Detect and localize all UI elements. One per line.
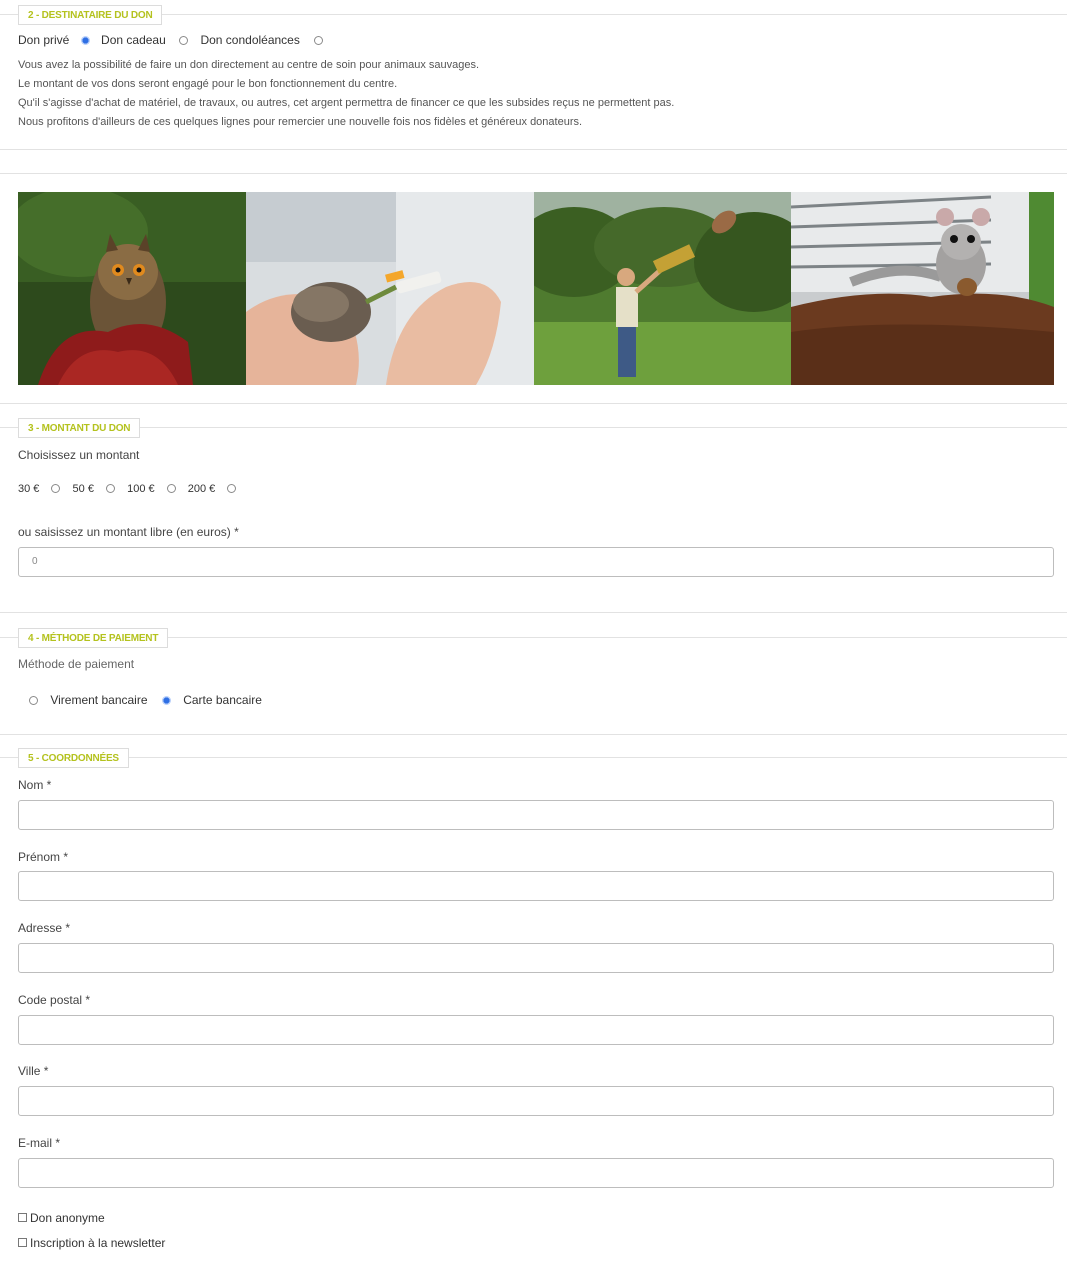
radio-carte-bancaire[interactable] <box>161 696 171 705</box>
hedgehog-photo <box>246 192 534 385</box>
newsletter-checkbox[interactable] <box>18 1238 27 1247</box>
radio-option-don-condoleances[interactable]: Don condoléances <box>200 33 324 47</box>
code-postal-input[interactable] <box>18 1015 1054 1045</box>
email-input[interactable] <box>18 1158 1054 1188</box>
radio-virement-bancaire[interactable] <box>29 696 38 705</box>
radio-option-don-cadeau[interactable]: Don cadeau <box>101 33 189 47</box>
radio-label: Carte bancaire <box>183 693 262 707</box>
nom-label: Nom * <box>18 778 52 792</box>
radio-option-100[interactable]: 100 € <box>127 483 176 495</box>
radio-label: 50 € <box>72 483 94 495</box>
radio-label: Don cadeau <box>101 33 166 47</box>
bird-release-photo <box>534 192 791 385</box>
amount-radio-group: 30 € 50 € 100 € 200 € <box>18 483 237 495</box>
checkbox-label: Inscription à la newsletter <box>30 1236 166 1250</box>
description-line: Nous profitons d'ailleurs de ces quelque… <box>18 116 583 128</box>
radio-amount-200[interactable] <box>227 484 237 493</box>
section-4-legend: 4 - MÉTHODE DE PAIEMENT <box>18 628 169 648</box>
radio-label: Don privé <box>18 33 70 47</box>
radio-option-virement[interactable]: Virement bancaire <box>29 693 148 707</box>
radio-don-condoleances[interactable] <box>314 36 324 45</box>
radio-option-carte[interactable]: Carte bancaire <box>161 693 262 707</box>
radio-amount-50[interactable] <box>106 484 116 493</box>
newsletter-option[interactable]: Inscription à la newsletter <box>18 1236 165 1250</box>
section-2-legend: 2 - DESTINATAIRE DU DON <box>18 5 163 25</box>
radio-label: 100 € <box>127 483 155 495</box>
radio-option-30[interactable]: 30 € <box>18 483 61 495</box>
section-divider <box>0 149 1067 150</box>
ville-input[interactable] <box>18 1086 1054 1116</box>
prenom-input[interactable] <box>18 871 1054 901</box>
radio-amount-30[interactable] <box>51 484 61 493</box>
section-5-legend: 5 - COORDONNÉES <box>18 748 129 768</box>
prenom-label: Prénom * <box>18 850 69 864</box>
description-line: Vous avez la possibilité de faire un don… <box>18 59 480 71</box>
free-amount-input[interactable]: 0 <box>18 547 1054 577</box>
section-divider <box>0 734 1067 735</box>
radio-option-50[interactable]: 50 € <box>72 483 116 495</box>
radio-don-cadeau[interactable] <box>179 36 189 45</box>
don-anonyme-option[interactable]: Don anonyme <box>18 1211 105 1225</box>
radio-label: Don condoléances <box>200 33 300 47</box>
checkbox-label: Don anonyme <box>30 1211 105 1225</box>
adresse-input[interactable] <box>18 943 1054 973</box>
payment-radio-group: Virement bancaire Carte bancaire <box>29 693 262 707</box>
payment-method-label: Méthode de paiement <box>18 657 135 671</box>
description-line: Le montant de vos dons seront engagé pou… <box>18 78 398 90</box>
section-divider <box>0 427 1067 428</box>
owl-photo <box>18 192 246 385</box>
radio-label: Virement bancaire <box>50 693 148 707</box>
nom-input[interactable] <box>18 800 1054 830</box>
free-amount-label: ou saisissez un montant libre (en euros)… <box>18 525 239 539</box>
section-divider <box>0 757 1067 758</box>
code-postal-label: Code postal * <box>18 993 91 1007</box>
radio-option-don-prive[interactable]: Don privé <box>18 33 90 47</box>
radio-label: 200 € <box>187 483 216 495</box>
dormouse-photo <box>791 192 1054 385</box>
radio-label: 30 € <box>18 483 40 495</box>
choose-amount-label: Choisissez un montant <box>18 448 140 462</box>
section-3-legend: 3 - MONTANT DU DON <box>18 418 141 438</box>
radio-amount-100[interactable] <box>166 484 176 493</box>
ville-label: Ville * <box>18 1064 49 1078</box>
section-divider <box>0 612 1067 613</box>
radio-option-200[interactable]: 200 € <box>188 483 237 495</box>
radio-don-prive[interactable] <box>80 36 90 45</box>
section-divider <box>0 173 1067 174</box>
recipient-radio-group: Don privé Don cadeau Don condoléances <box>18 33 324 47</box>
donation-description: Vous avez la possibilité de faire un don… <box>18 56 674 132</box>
section-divider <box>0 403 1067 404</box>
email-label: E-mail * <box>18 1136 61 1150</box>
description-line: Qu'il s'agisse d'achat de matériel, de t… <box>18 97 675 109</box>
don-anonyme-checkbox[interactable] <box>18 1213 27 1222</box>
adresse-label: Adresse * <box>18 921 71 935</box>
